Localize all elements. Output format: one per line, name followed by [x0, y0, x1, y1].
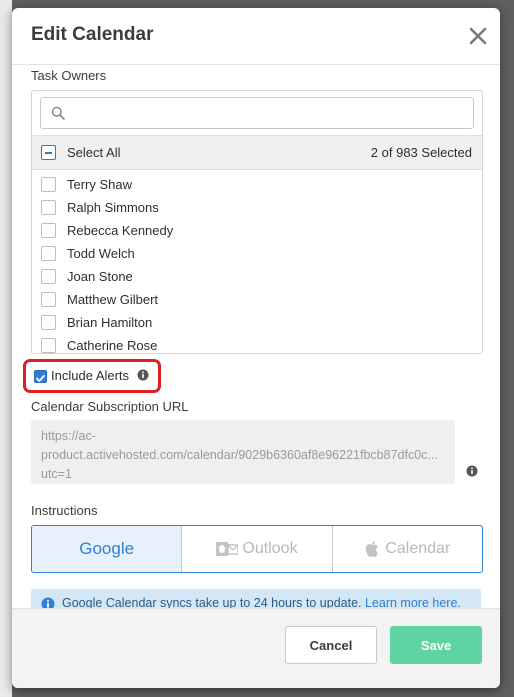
owner-checkbox[interactable]: [41, 292, 56, 307]
save-button[interactable]: Save: [390, 626, 482, 664]
checkmark-icon: [36, 374, 45, 382]
owner-row[interactable]: Brian Hamilton: [32, 311, 482, 334]
owner-search-input[interactable]: [40, 97, 474, 129]
tab-outlook[interactable]: Outlook: [181, 526, 331, 572]
modal-footer: Cancel Save: [12, 608, 500, 688]
cancel-button[interactable]: Cancel: [285, 626, 377, 664]
owner-checkbox[interactable]: [41, 200, 56, 215]
modal-title: Edit Calendar: [31, 24, 154, 45]
owner-row[interactable]: Ralph Simmons: [32, 196, 482, 219]
search-icon: [51, 106, 65, 120]
modal-header: Edit Calendar: [12, 8, 500, 65]
select-all-row[interactable]: Select All 2 of 983 Selected: [32, 135, 482, 170]
owner-list: Terry Shaw Ralph Simmons Rebecca Kennedy…: [32, 173, 482, 353]
owner-name: Joan Stone: [67, 269, 133, 284]
owner-checkbox[interactable]: [41, 315, 56, 330]
selected-count: 2 of 983 Selected: [370, 145, 472, 160]
owner-name: Todd Welch: [67, 246, 135, 261]
subscription-url-field[interactable]: https://ac- product.activehosted.com/cal…: [31, 420, 455, 484]
url-line: https://ac-: [41, 429, 96, 443]
edit-calendar-modal: Edit Calendar Task Owners Select All 2 o…: [12, 8, 500, 688]
tab-apple-calendar-label: Calendar: [385, 540, 451, 557]
owner-name: Catherine Rose: [67, 338, 158, 353]
owner-name: Rebecca Kennedy: [67, 223, 174, 238]
task-owners-label: Task Owners: [31, 68, 107, 83]
subscription-url-label: Calendar Subscription URL: [31, 399, 189, 414]
info-icon[interactable]: [137, 369, 149, 381]
include-alerts-label: Include Alerts: [51, 368, 130, 383]
tab-google-label: Google: [79, 539, 135, 558]
select-all-label: Select All: [67, 145, 121, 160]
owner-name: Brian Hamilton: [67, 315, 153, 330]
owner-checkbox[interactable]: [41, 246, 56, 261]
owner-row[interactable]: Todd Welch: [32, 242, 482, 265]
url-line: utc=1: [41, 467, 72, 481]
info-icon[interactable]: [466, 465, 478, 477]
owner-row[interactable]: Terry Shaw: [32, 173, 482, 196]
owner-name: Terry Shaw: [67, 177, 133, 192]
owner-checkbox[interactable]: [41, 223, 56, 238]
owner-checkbox[interactable]: [41, 338, 56, 353]
owner-checkbox[interactable]: [41, 177, 56, 192]
apple-icon: [366, 541, 379, 557]
tab-apple-calendar[interactable]: Calendar: [331, 526, 482, 572]
outlook-icon: [216, 542, 239, 556]
owner-checkbox[interactable]: [41, 269, 56, 284]
close-icon[interactable]: [468, 26, 488, 46]
url-line: product.activehosted.com/calendar/9029b6…: [41, 448, 438, 462]
owner-name: Ralph Simmons: [67, 200, 159, 215]
task-owners-picker: Select All 2 of 983 Selected Terry Shaw …: [31, 90, 483, 354]
instructions-label: Instructions: [31, 503, 98, 518]
owner-row[interactable]: Joan Stone: [32, 265, 482, 288]
tab-google[interactable]: Google: [32, 526, 182, 572]
instructions-tabs: Google Outlook Calendar: [31, 525, 483, 573]
owner-row[interactable]: Rebecca Kennedy: [32, 219, 482, 242]
select-all-checkbox[interactable]: [41, 145, 56, 160]
owner-row[interactable]: Catherine Rose: [32, 334, 482, 353]
include-alerts-checkbox[interactable]: [34, 370, 47, 383]
tab-outlook-label: Outlook: [242, 540, 298, 557]
backdrop: [0, 0, 12, 697]
owner-row[interactable]: Matthew Gilbert: [32, 288, 482, 311]
owner-name: Matthew Gilbert: [67, 292, 159, 307]
